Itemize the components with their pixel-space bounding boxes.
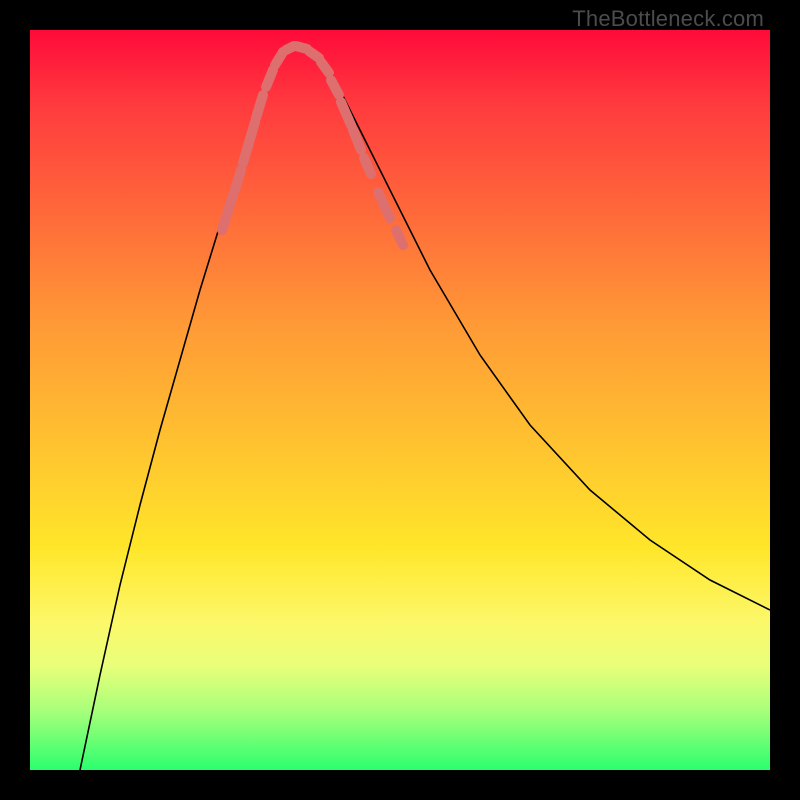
marker-segment bbox=[309, 51, 319, 58]
chart-plot-area bbox=[30, 30, 770, 770]
marker-segment bbox=[396, 230, 403, 245]
marker-segment bbox=[256, 95, 263, 118]
marker-segment bbox=[275, 52, 283, 65]
marker-segment bbox=[321, 62, 329, 73]
marker-segment bbox=[266, 70, 273, 87]
marker-segment bbox=[378, 192, 390, 218]
highlight-markers bbox=[222, 46, 403, 245]
marker-segment bbox=[364, 158, 371, 174]
marker-segment bbox=[331, 80, 339, 95]
marker-segment bbox=[222, 195, 233, 230]
marker-segment bbox=[353, 130, 361, 150]
marker-segment bbox=[341, 102, 351, 125]
bottleneck-curve bbox=[80, 45, 770, 770]
marker-segment bbox=[235, 170, 241, 190]
chart-svg bbox=[30, 30, 770, 770]
marker-segment bbox=[243, 122, 255, 163]
watermark-text: TheBottleneck.com bbox=[572, 6, 764, 32]
